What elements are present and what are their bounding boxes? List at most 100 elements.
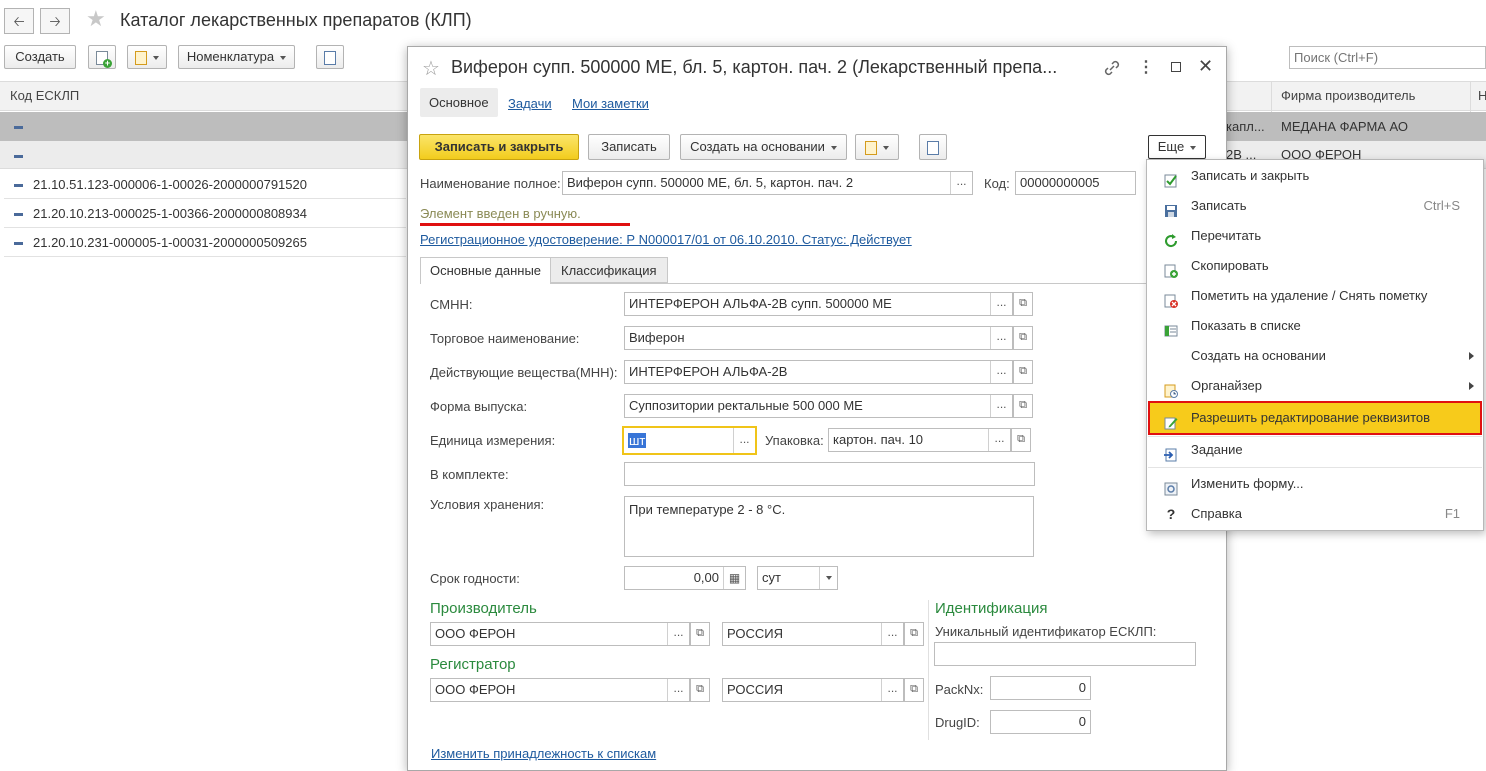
open-button[interactable]: ⧉ — [1013, 394, 1033, 418]
code-field[interactable]: 00000000005 — [1015, 171, 1136, 195]
select-button[interactable]: ... — [990, 361, 1012, 383]
export-icon — [324, 50, 336, 65]
menu-item-organizer[interactable]: Органайзер — [1148, 371, 1482, 401]
table-row[interactable]: 21.20.10.213-000025-1-00366-200000080893… — [4, 199, 406, 228]
storage-value: При температуре 2 - 8 °С. — [629, 502, 786, 517]
full-name-field[interactable]: Виферон супп. 500000 МЕ, бл. 5, картон. … — [562, 171, 973, 195]
organizer-form-button[interactable] — [855, 134, 899, 160]
back-button[interactable]: 🡠 — [4, 8, 34, 34]
more-actions-icon[interactable]: ⋮ — [1138, 57, 1154, 77]
packnx-field[interactable]: 0 — [990, 676, 1091, 700]
menu-item-help[interactable]: ? Справка F1 — [1148, 499, 1482, 529]
maximize-icon[interactable] — [1171, 62, 1181, 72]
select-button[interactable]: ... — [733, 428, 755, 453]
registration-link[interactable]: Регистрационное удостоверение: Р N000017… — [420, 232, 912, 247]
menu-item-change-form[interactable]: Изменить форму... — [1148, 469, 1482, 499]
release-form-field[interactable]: Суппозитории ректальные 500 000 МЕ... — [624, 394, 1013, 418]
select-button[interactable]: ... — [881, 679, 903, 701]
open-button[interactable]: ⧉ — [904, 622, 924, 646]
menu-item-copy[interactable]: Скопировать — [1148, 251, 1482, 281]
shelf-life-field[interactable]: 0,00 ▦ — [624, 566, 746, 590]
open-button[interactable]: ⧉ — [904, 678, 924, 702]
smnn-field[interactable]: ИНТЕРФЕРОН АЛЬФА-2В супп. 500000 МЕ... — [624, 292, 1013, 316]
column-header-firm[interactable]: Фирма производитель — [1281, 88, 1415, 103]
menu-item-create-basis[interactable]: Создать на основании — [1148, 341, 1482, 371]
select-button[interactable]: ... — [990, 395, 1012, 417]
menu-item-label: Органайзер — [1191, 378, 1262, 393]
forward-button[interactable]: 🡢 — [40, 8, 70, 34]
smnn-label: СМНН: — [430, 297, 473, 312]
select-button[interactable]: ... — [881, 623, 903, 645]
menu-item-save[interactable]: Записать Ctrl+S — [1148, 191, 1482, 221]
unit-value: шт — [628, 433, 647, 448]
select-button[interactable]: ... — [950, 172, 972, 194]
active-substances-label: Действующие вещества(МНН): — [430, 365, 618, 380]
favorite-star-icon[interactable]: ☆ — [422, 56, 440, 81]
tab-main-data[interactable]: Основные данные — [420, 257, 552, 284]
registrar-country-field[interactable]: РОССИЯ... — [722, 678, 904, 702]
task-button[interactable] — [919, 134, 947, 160]
shelf-unit-select[interactable]: сут — [757, 566, 838, 590]
select-button[interactable]: ... — [667, 623, 689, 645]
menu-item-label: Перечитать — [1191, 228, 1262, 243]
group-icon — [14, 242, 23, 246]
open-button[interactable]: ⧉ — [1011, 428, 1031, 452]
select-button[interactable]: ... — [990, 293, 1012, 315]
save-close-button[interactable]: Записать и закрыть — [419, 134, 579, 160]
group-icon — [14, 184, 23, 188]
calculator-icon[interactable]: ▦ — [723, 567, 745, 589]
menu-item-mark-delete[interactable]: Пометить на удаление / Снять пометку — [1148, 281, 1482, 311]
nav-tab-notes[interactable]: Мои заметки — [572, 96, 649, 111]
row-firm: МЕДАНА ФАРМА АО — [1281, 119, 1409, 134]
drugid-field[interactable]: 0 — [990, 710, 1091, 734]
trade-name-field[interactable]: Виферон... — [624, 326, 1013, 350]
esklp-id-field[interactable] — [934, 642, 1196, 666]
producer-name-field[interactable]: ООО ФЕРОН... — [430, 622, 690, 646]
tab-classification[interactable]: Классификация — [550, 257, 668, 283]
column-header-extra[interactable]: Н — [1478, 88, 1486, 103]
organizer-dropdown-button[interactable] — [127, 45, 167, 69]
select-button[interactable]: ... — [667, 679, 689, 701]
select-button[interactable]: ... — [988, 429, 1010, 451]
open-button[interactable]: ⧉ — [690, 622, 710, 646]
open-button[interactable]: ⧉ — [1013, 326, 1033, 350]
table-row[interactable] — [4, 141, 406, 170]
menu-item-label: Записать и закрыть — [1191, 168, 1310, 183]
search-input[interactable] — [1289, 46, 1486, 69]
open-button[interactable]: ⧉ — [1013, 360, 1033, 384]
open-button[interactable]: ⧉ — [690, 678, 710, 702]
link-icon[interactable] — [1102, 58, 1122, 78]
star-icon[interactable]: ★ — [86, 7, 106, 31]
close-icon[interactable]: ✕ — [1198, 56, 1213, 77]
table-row[interactable]: 21.10.51.123-000006-1-00026-200000079152… — [4, 170, 406, 199]
registrar-name-field[interactable]: ООО ФЕРОН... — [430, 678, 690, 702]
create-basis-button[interactable]: Создать на основании — [680, 134, 847, 160]
more-button[interactable]: Еще — [1148, 135, 1206, 159]
select-button[interactable]: ... — [990, 327, 1012, 349]
table-row[interactable] — [4, 112, 406, 141]
chevron-down-icon[interactable] — [819, 567, 837, 589]
nav-tab-main[interactable]: Основное — [420, 88, 498, 117]
column-header-code[interactable]: Код ЕСКЛП — [10, 88, 79, 103]
pack-label: Упаковка: — [765, 433, 824, 448]
export-button[interactable] — [316, 45, 344, 69]
nav-tab-tasks[interactable]: Задачи — [508, 96, 552, 111]
open-button[interactable]: ⧉ — [1013, 292, 1033, 316]
menu-item-save-close[interactable]: Записать и закрыть — [1148, 161, 1482, 191]
table-row[interactable]: 21.20.10.231-000005-1-00031-200000050926… — [4, 228, 406, 257]
active-substances-field[interactable]: ИНТЕРФЕРОН АЛЬФА-2В... — [624, 360, 1013, 384]
add-copy-button[interactable]: + — [88, 45, 116, 69]
kit-field[interactable] — [624, 462, 1035, 486]
menu-item-task[interactable]: Задание — [1148, 435, 1482, 465]
menu-item-show-in-list[interactable]: Показать в списке — [1148, 311, 1482, 341]
menu-item-reread[interactable]: Перечитать — [1148, 221, 1482, 251]
producer-country-field[interactable]: РОССИЯ... — [722, 622, 904, 646]
change-lists-link[interactable]: Изменить принадлежность к спискам — [431, 746, 656, 761]
create-button[interactable]: Создать — [4, 45, 76, 69]
unit-field[interactable]: шт... — [622, 426, 757, 455]
pack-field[interactable]: картон. пач. 10... — [828, 428, 1011, 452]
menu-item-allow-edit-content[interactable]: Разрешить редактирование реквизитов — [1148, 403, 1482, 433]
nomenclature-button[interactable]: Номенклатура — [178, 45, 295, 69]
storage-field[interactable]: При температуре 2 - 8 °С. — [624, 496, 1034, 557]
save-button[interactable]: Записать — [588, 134, 670, 160]
